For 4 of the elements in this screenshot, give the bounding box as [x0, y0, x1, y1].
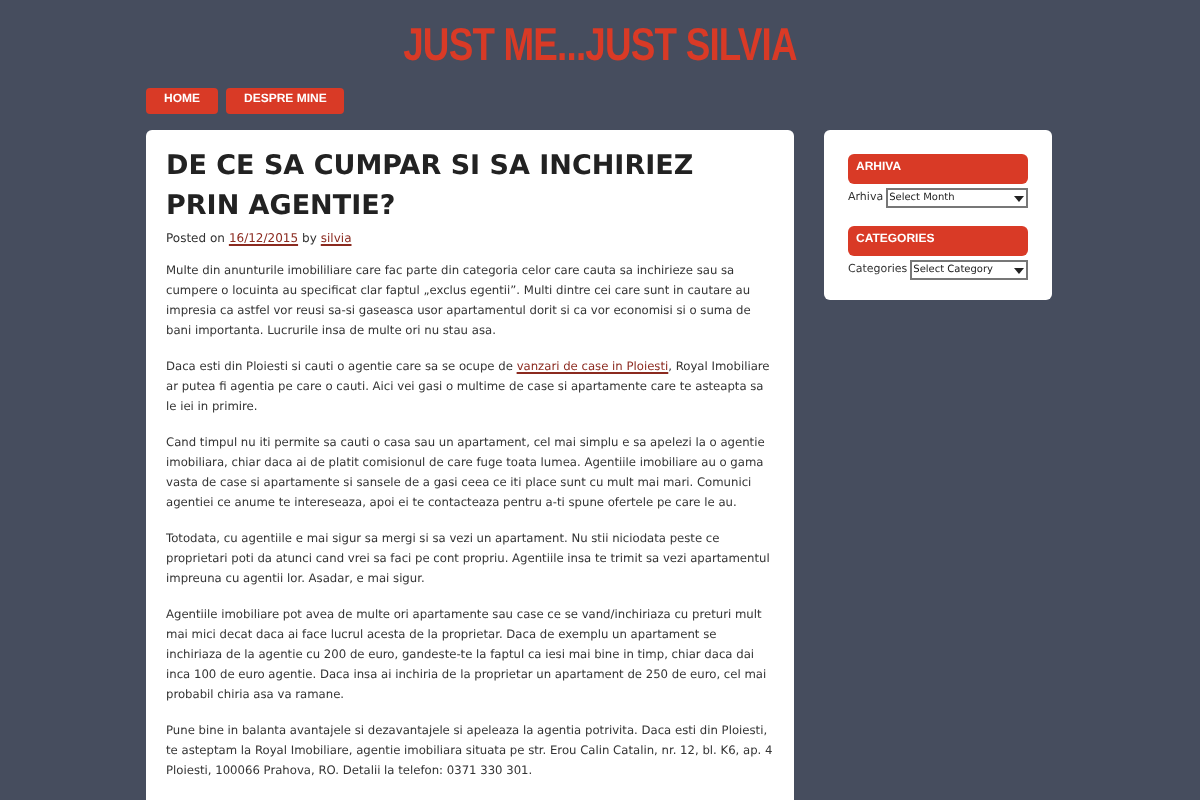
caret-icon [1014, 265, 1024, 275]
site-title: JUST ME...JUST SILVIA [403, 16, 797, 72]
post-title: DE CE SA CUMPAR SI SA INCHIRIEZ PRIN AGENTIE? [166, 148, 696, 226]
caret-icon [1014, 193, 1024, 203]
